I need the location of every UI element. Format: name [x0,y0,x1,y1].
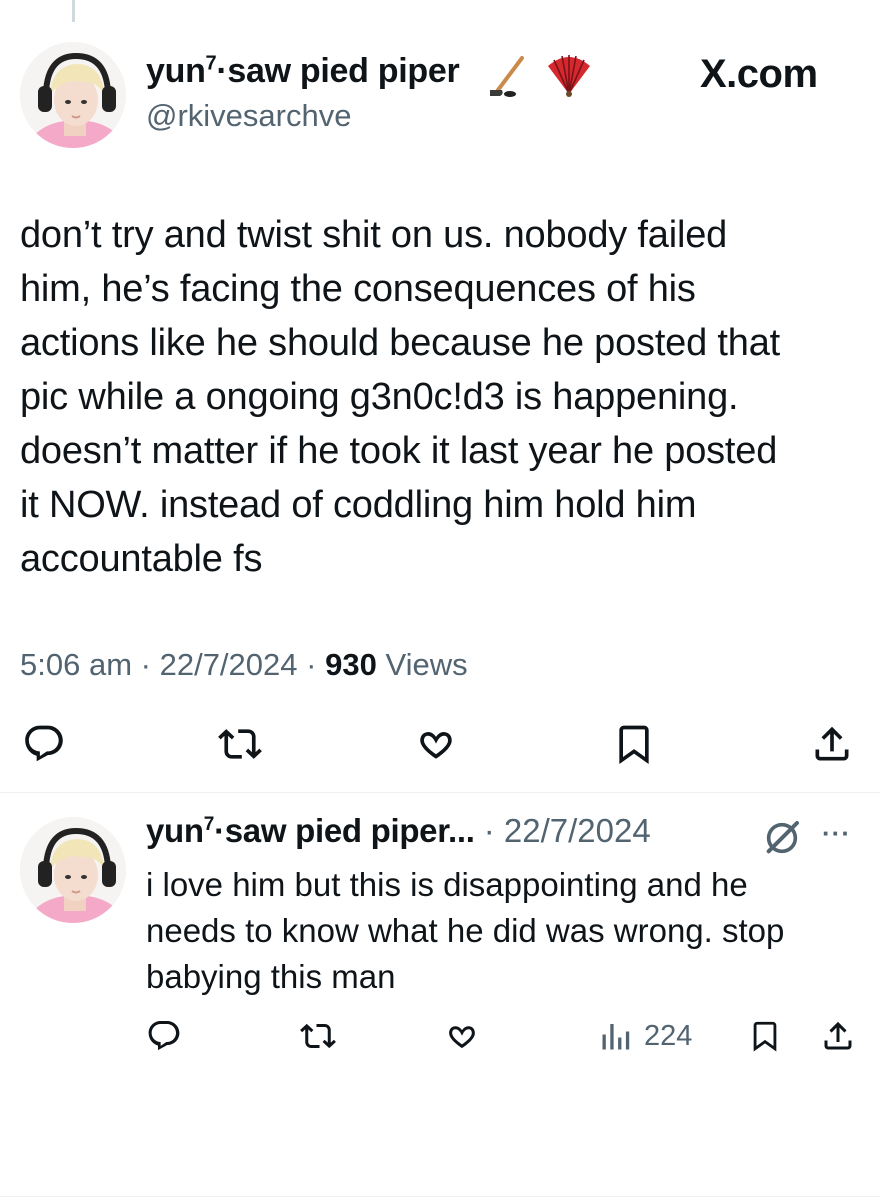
reply-date[interactable]: 22/7/2024 [504,812,651,849]
tweet-time[interactable]: 5:06 am [20,647,132,682]
views-label: Views [385,647,468,682]
meta-separator: · [306,647,317,682]
display-name-sup: 7 [205,52,217,75]
bookmark-button[interactable] [612,722,656,766]
share-icon [824,1021,852,1050]
display-name-text: yun [146,52,206,90]
share-button[interactable] [810,722,854,766]
folding-fan-icon [548,55,590,97]
thread-line [72,0,75,22]
reply-text: i love him but this is disappointing and… [146,866,785,995]
share-button[interactable] [820,1018,856,1054]
display-name-rest: ·saw pied piper [216,52,460,90]
reply-icon [25,725,63,762]
avatar[interactable] [20,817,126,923]
reply-display-name[interactable]: yun7·saw pied piper... [146,812,475,849]
display-name-rest: ·saw pied piper... [214,812,475,849]
tweet-text: don’t try and twist shit on us. nobody f… [20,214,780,580]
user-handle[interactable]: @rkivesarchve [146,98,351,134]
retweet-icon [300,1023,336,1049]
bookmark-button[interactable] [748,1018,782,1054]
reply-button[interactable] [22,722,66,766]
more-button[interactable]: ··· [822,818,851,849]
share-icon [815,726,849,761]
avatar-image [20,42,126,148]
retweet-button[interactable] [218,722,262,766]
hockey-stick-icon [490,56,524,97]
like-button[interactable] [414,722,458,766]
tweet-date[interactable]: 22/7/2024 [160,647,298,682]
meta-separator: · [140,647,151,682]
avatar-image [20,817,126,923]
reply-button[interactable] [146,1018,182,1054]
divider [0,1196,880,1197]
divider [0,792,880,793]
grok-icon[interactable] [762,818,802,858]
views-count: 930 [325,647,377,682]
bookmark-icon [753,1021,777,1052]
source-label: X.com [700,52,818,96]
display-name-sup: 7 [203,814,215,835]
heart-icon [449,1026,475,1048]
analytics-icon [602,1024,630,1050]
views-count: 224 [644,1019,693,1052]
tweet-meta: 5:06 am · 22/7/2024 · 930 Views [20,647,468,683]
retweet-button[interactable] [300,1018,336,1054]
avatar[interactable] [20,42,126,148]
reply-icon [148,1021,180,1051]
reply-header: yun7·saw pied piper... · 22/7/2024 [146,812,651,850]
display-name-text: yun [146,812,204,849]
like-button[interactable] [444,1018,480,1054]
heart-icon [420,732,452,759]
reply-date-separator: · [474,812,504,849]
views-button[interactable]: 224 [598,1018,692,1054]
retweet-icon [218,729,262,759]
display-name[interactable]: yun7·saw pied piper [146,52,460,91]
bookmark-icon [619,725,649,765]
